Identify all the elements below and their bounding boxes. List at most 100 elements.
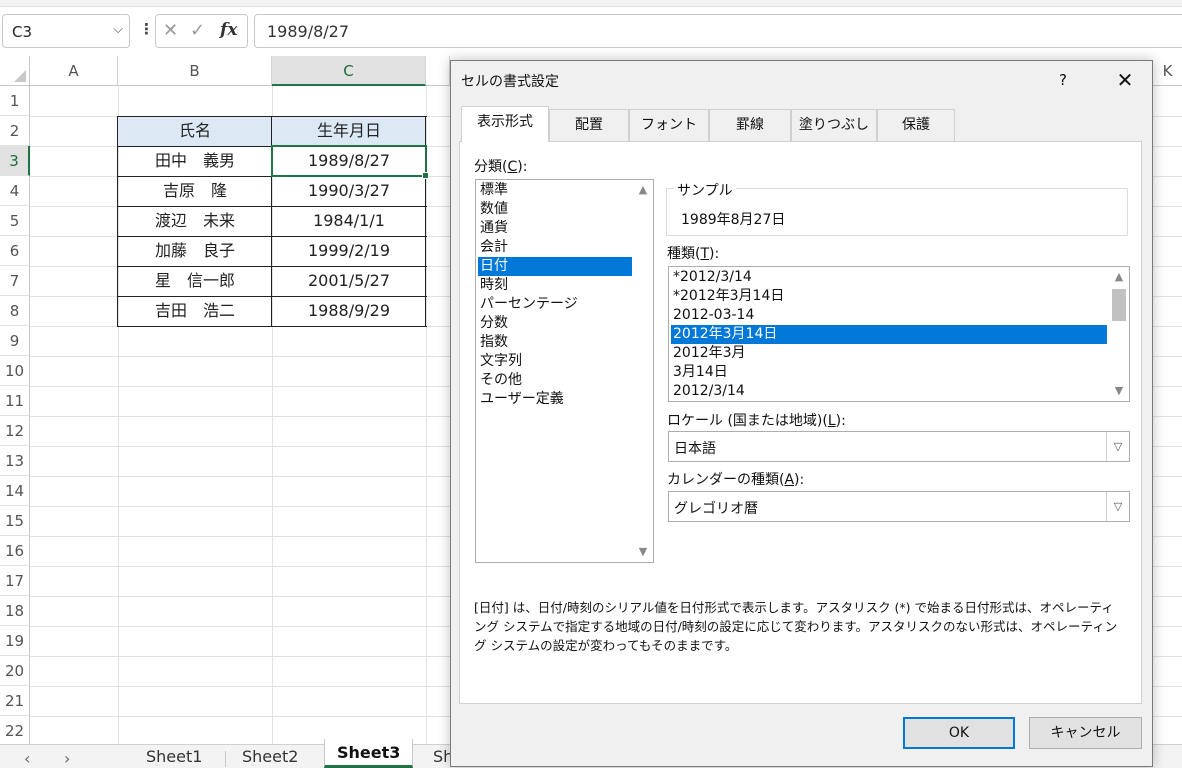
row-header[interactable]: 4 [0,176,30,206]
calendar-select[interactable]: グレゴリオ暦 ▽ [668,491,1130,522]
column-header-b[interactable]: B [118,56,272,86]
column-header-a[interactable]: A [30,56,118,86]
tab-alignment[interactable]: 配置 [549,109,629,141]
category-item[interactable]: 数値 [478,200,632,219]
category-item[interactable]: 会計 [478,238,632,257]
sample-value: 1989年8月27日 [681,212,786,228]
next-sheet-icon[interactable]: › [64,749,70,768]
category-item[interactable]: ユーザー定義 [478,390,632,409]
row-header[interactable]: 9 [0,326,30,356]
scroll-up-icon[interactable]: ▲ [633,181,653,199]
row-header[interactable]: 18 [0,596,30,626]
cancel-entry-icon[interactable]: ✕ [163,20,178,41]
category-item[interactable]: 指数 [478,333,632,352]
table-header-name[interactable]: 氏名 [118,116,272,146]
category-item[interactable]: その他 [478,371,632,390]
sheet-tab-sheet3[interactable]: Sheet3 [324,739,414,768]
cell-name[interactable]: 吉田 浩二 [118,296,272,326]
scroll-down-icon[interactable]: ▼ [633,543,653,561]
row-header[interactable]: 14 [0,476,30,506]
cell-birthdate[interactable]: 1990/3/27 [272,176,426,206]
cell-name[interactable]: 田中 義男 [118,146,272,176]
cell-name[interactable]: 星 信一郎 [118,266,272,296]
category-list[interactable]: 標準 数値 通貨 会計 日付 時刻 パーセンテージ 分数 指数 文字列 その他 ユーザー定義 ▲ ▼ [475,179,654,563]
scroll-thumb[interactable] [1112,289,1126,321]
chevron-down-icon[interactable]: ▽ [1106,432,1129,461]
row-header[interactable]: 11 [0,386,30,416]
type-item[interactable]: *2012/3/14 [671,268,1107,287]
cell-name[interactable]: 吉原 隆 [118,176,272,206]
cell-birthdate[interactable]: 2001/5/27 [272,266,426,296]
formula-input[interactable]: 1989/8/27 [254,14,1182,48]
type-item[interactable]: 2012年3月14日 [671,325,1107,344]
row-header[interactable]: 1 [0,86,30,116]
cell-birthdate[interactable]: 1984/1/1 [272,206,426,236]
chevron-down-icon[interactable]: ▽ [1106,492,1129,521]
insert-function-icon[interactable]: fx [220,20,237,40]
row-header[interactable]: 6 [0,236,30,266]
column-header-c[interactable]: C [272,56,426,86]
prev-sheet-icon[interactable]: ‹ [24,749,30,768]
category-item[interactable]: 日付 [478,257,632,276]
sheet-tab-sheet2[interactable]: Sheet2 [242,747,298,766]
category-item[interactable]: 分数 [478,314,632,333]
type-list[interactable]: *2012/3/14 *2012年3月14日 2012-03-14 2012年3月14… [668,266,1130,402]
cell-name[interactable]: 加藤 良子 [118,236,272,266]
ok-button[interactable]: OK [903,717,1015,749]
row-header[interactable]: 22 [0,716,30,746]
row-header[interactable]: 5 [0,206,30,236]
table-border [117,266,427,267]
row-header[interactable]: 8 [0,296,30,326]
category-item[interactable]: 標準 [478,181,632,200]
row-header[interactable]: 12 [0,416,30,446]
scroll-up-icon[interactable]: ▲ [1109,268,1129,286]
help-icon[interactable]: ? [1059,71,1067,89]
type-item[interactable]: 2012年3月 [671,344,1107,363]
scroll-down-icon[interactable]: ▼ [1109,382,1129,400]
tab-border[interactable]: 罫線 [709,109,791,141]
category-item[interactable]: 時刻 [478,276,632,295]
confirm-entry-icon[interactable]: ✓ [190,20,205,41]
row-header[interactable]: 19 [0,626,30,656]
type-item[interactable]: 3月14日 [671,363,1107,382]
cancel-button[interactable]: キャンセル [1029,717,1142,749]
row-header[interactable]: 3 [0,146,30,176]
chevron-down-icon[interactable]: ⌵ [113,22,123,37]
more-options-icon[interactable]: ⋮ [139,20,154,38]
tab-protection[interactable]: 保護 [877,109,955,141]
row-header[interactable]: 17 [0,566,30,596]
tab-fill[interactable]: 塗りつぶし [791,109,877,141]
type-item[interactable]: 2012/3/14 [671,382,1107,401]
tab-number[interactable]: 表示形式 [461,106,549,142]
sheet-tab-sheet1[interactable]: Sheet1 [146,747,202,766]
select-all-corner[interactable] [0,56,30,86]
column-header-k[interactable]: K [1153,56,1182,86]
category-item[interactable]: パーセンテージ [478,295,632,314]
cell-birthdate[interactable]: 1999/2/19 [272,236,426,266]
cell-birthdate[interactable]: 1988/9/29 [272,296,426,326]
row-header[interactable]: 2 [0,116,30,146]
type-item[interactable]: 2012-03-14 [671,306,1107,325]
row-header[interactable]: 16 [0,536,30,566]
row-header[interactable]: 10 [0,356,30,386]
active-cell-c3[interactable] [271,145,429,179]
type-scrollbar[interactable]: ▲ ▼ [1109,267,1129,401]
name-box[interactable]: C3 ⌵ [2,14,130,48]
type-item[interactable]: *2012年3月14日 [671,287,1107,306]
locale-select[interactable]: 日本語 ▽ [668,431,1130,462]
close-icon[interactable]: ✕ [1111,67,1139,93]
row-header[interactable]: 7 [0,266,30,296]
column-header-d[interactable] [426,56,450,86]
category-item[interactable]: 通貨 [478,219,632,238]
table-border [117,236,427,237]
table-header-birthdate[interactable]: 生年月日 [272,116,426,146]
tab-font[interactable]: フォント [629,109,709,141]
row-header[interactable]: 21 [0,686,30,716]
category-scrollbar[interactable]: ▲ ▼ [633,180,653,562]
row-header[interactable]: 15 [0,506,30,536]
row-header[interactable]: 13 [0,446,30,476]
cell-name[interactable]: 渡辺 未来 [118,206,272,236]
locale-label: ロケール (国または地域)(L): [667,413,846,429]
category-item[interactable]: 文字列 [478,352,632,371]
row-header[interactable]: 20 [0,656,30,686]
